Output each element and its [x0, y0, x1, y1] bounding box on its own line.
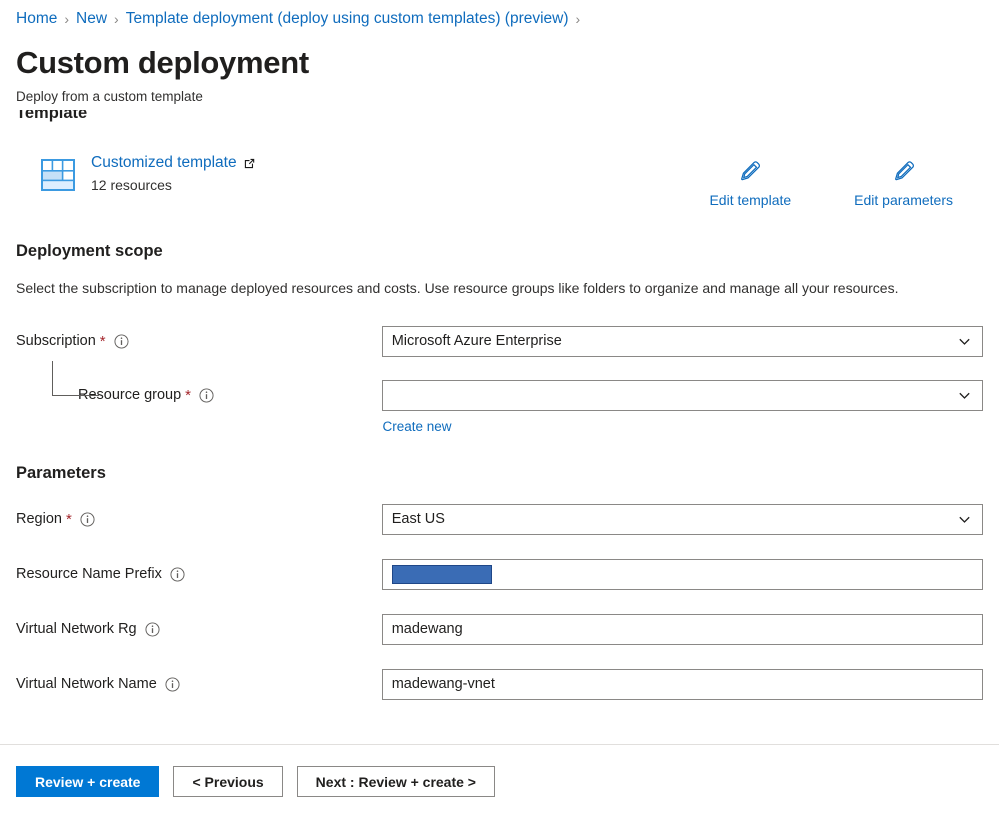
required-asterisk: * — [185, 386, 192, 404]
edit-template-button[interactable]: Edit template — [709, 159, 791, 208]
form-scroll-area[interactable]: Template Customized template 12 resource… — [0, 110, 999, 744]
tree-connector-line — [52, 360, 99, 396]
breadcrumb-item-new[interactable]: New — [76, 10, 107, 28]
virtual-network-rg-label: Virtual Network Rg — [16, 614, 382, 645]
breadcrumb-item-template-deployment[interactable]: Template deployment (deploy using custom… — [126, 10, 569, 28]
virtual-network-rg-value: madewang — [391, 621, 463, 638]
virtual-network-rg-input[interactable]: madewang — [381, 613, 983, 645]
subscription-control: Microsoft Azure Enterprise — [381, 325, 983, 357]
virtual-network-name-label-text: Virtual Network Name — [16, 676, 157, 693]
chevron-down-icon — [957, 512, 972, 527]
virtual-network-rg-row: Virtual Network Rg madewang — [16, 613, 983, 646]
template-edit-actions: Edit template Edit parameters — [709, 153, 983, 208]
virtual-network-name-row: Virtual Network Name madewang-vnet — [16, 668, 983, 701]
customized-template-link[interactable]: Customized template — [91, 154, 256, 172]
edit-template-label: Edit template — [709, 192, 792, 208]
pencil-icon — [891, 159, 917, 185]
edit-parameters-label: Edit parameters — [854, 192, 953, 208]
template-info-block: Customized template 12 resources — [16, 153, 256, 195]
customized-template-label: Customized template — [91, 154, 237, 171]
create-new-resource-group-link[interactable]: Create new — [382, 419, 451, 434]
subscription-label-text: Subscription — [16, 333, 96, 350]
info-icon[interactable] — [145, 622, 160, 637]
virtual-network-name-control: madewang-vnet — [381, 668, 983, 700]
region-label: Region * — [16, 504, 382, 535]
resource-group-control: Create new — [382, 379, 983, 436]
breadcrumb-separator-icon: › — [114, 11, 119, 27]
breadcrumb: Home › New › Template deployment (deploy… — [16, 0, 983, 32]
resource-group-label: Resource group * — [16, 360, 382, 411]
virtual-network-name-input[interactable]: madewang-vnet — [381, 668, 983, 700]
chevron-down-icon — [957, 334, 972, 349]
resource-name-prefix-label-text: Resource Name Prefix — [16, 566, 162, 583]
breadcrumb-item-home[interactable]: Home — [16, 10, 57, 28]
info-icon[interactable] — [170, 567, 185, 582]
edit-parameters-button[interactable]: Edit parameters — [854, 159, 953, 208]
region-value: East US — [391, 511, 445, 528]
region-control: East US — [381, 503, 983, 535]
resource-name-prefix-label: Resource Name Prefix — [16, 559, 382, 590]
virtual-network-name-value: madewang-vnet — [391, 676, 495, 693]
breadcrumb-separator-icon: › — [64, 11, 70, 27]
subscription-row: Subscription * Microsoft Azure Enterpris… — [16, 325, 983, 358]
region-row: Region * East US — [16, 503, 983, 536]
parameters-heading: Parameters — [16, 463, 106, 482]
info-icon[interactable] — [114, 334, 129, 349]
previous-button[interactable]: < Previous — [173, 766, 283, 797]
template-section-heading: Template — [16, 110, 88, 122]
review-create-button[interactable]: Review + create — [16, 766, 160, 797]
page-header: Home › New › Template deployment (deploy… — [0, 0, 999, 104]
template-text: Customized template 12 resources — [91, 153, 256, 193]
deployment-scope-description: Select the subscription to manage deploy… — [16, 280, 899, 296]
required-asterisk: * — [99, 332, 106, 350]
region-select[interactable]: East US — [381, 503, 983, 535]
text-selection-highlight — [391, 564, 492, 584]
page-title: Custom deployment — [16, 45, 309, 80]
footer-action-bar: Review + create < Previous Next : Review… — [0, 744, 999, 818]
resource-group-select[interactable] — [382, 379, 983, 411]
info-icon[interactable] — [165, 677, 180, 692]
region-label-text: Region — [16, 511, 62, 528]
virtual-network-rg-label-text: Virtual Network Rg — [16, 621, 137, 638]
next-review-create-button[interactable]: Next : Review + create > — [296, 766, 495, 797]
info-icon[interactable] — [80, 512, 95, 527]
deployment-scope-heading: Deployment scope — [16, 242, 163, 260]
external-link-icon — [243, 157, 256, 170]
subscription-value: Microsoft Azure Enterprise — [391, 333, 562, 350]
subscription-label: Subscription * — [16, 326, 382, 357]
template-summary-row: Customized template 12 resources Edit te… — [16, 153, 983, 208]
breadcrumb-separator-icon: › — [575, 11, 581, 27]
resource-name-prefix-input[interactable] — [381, 558, 983, 590]
template-grid-icon — [38, 155, 78, 195]
resource-group-row: Resource group * Create new — [16, 360, 983, 436]
subscription-select[interactable]: Microsoft Azure Enterprise — [381, 325, 983, 357]
resource-name-prefix-row: Resource Name Prefix — [16, 558, 983, 591]
pencil-icon — [737, 159, 763, 185]
required-asterisk: * — [65, 510, 72, 528]
page-subtitle: Deploy from a custom template — [16, 89, 203, 105]
virtual-network-rg-control: madewang — [381, 613, 983, 645]
chevron-down-icon — [957, 388, 972, 403]
resource-name-prefix-control — [381, 558, 983, 590]
info-icon[interactable] — [199, 388, 214, 403]
virtual-network-name-label: Virtual Network Name — [16, 669, 382, 700]
template-resource-count: 12 resources — [91, 177, 172, 193]
